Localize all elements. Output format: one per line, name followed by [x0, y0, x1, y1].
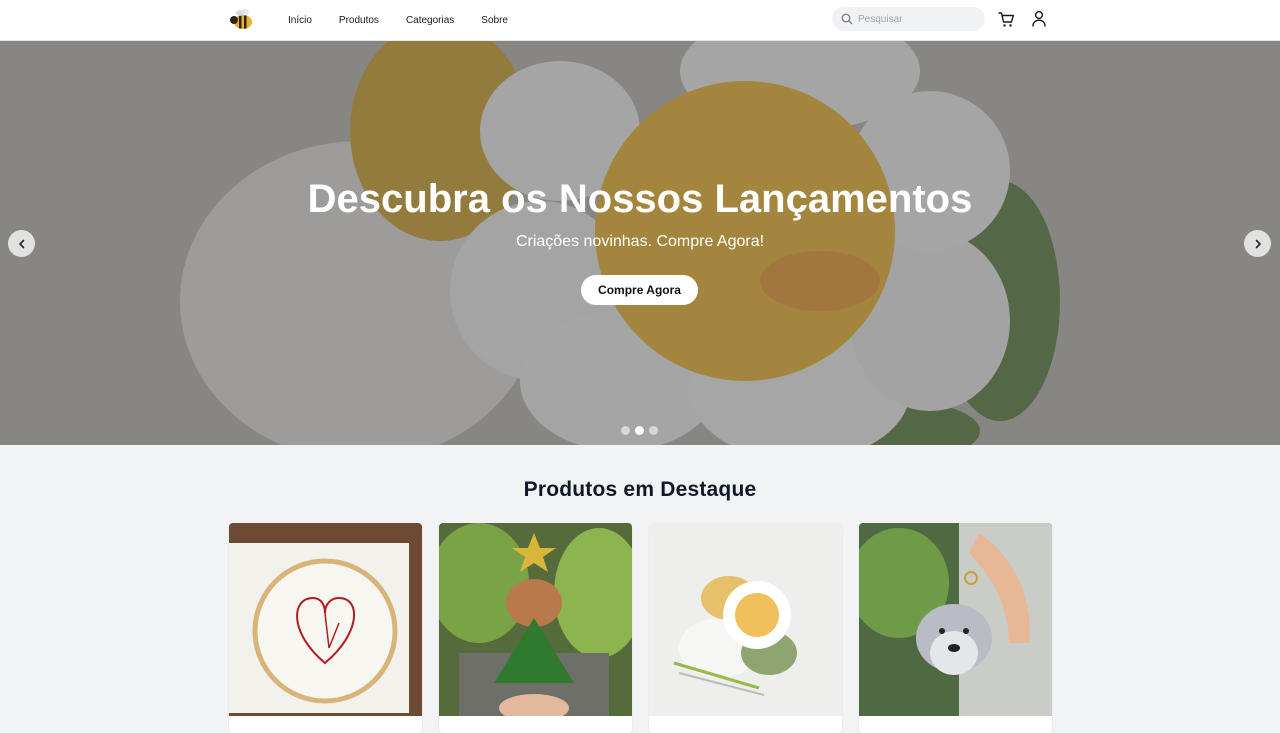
carousel-prev-button[interactable]	[8, 230, 35, 257]
nav-link-categorias[interactable]: Categorias	[406, 15, 454, 26]
nav-link-produtos[interactable]: Produtos	[339, 15, 379, 26]
search-icon	[841, 13, 853, 25]
carousel-next-button[interactable]	[1244, 230, 1271, 257]
product-card[interactable]	[859, 523, 1052, 733]
hero-subtitle: Criações novinhas. Compre Agora!	[515, 233, 765, 250]
product-image-schnauzer-keychain	[859, 523, 1052, 716]
user-icon[interactable]	[1031, 10, 1047, 27]
product-card[interactable]	[229, 523, 422, 733]
carousel-dot-1[interactable]	[621, 426, 630, 435]
cart-icon[interactable]	[998, 11, 1015, 28]
main-nav: Início Produtos Categorias Sobre	[288, 0, 535, 40]
nav-link-sobre[interactable]: Sobre	[481, 15, 508, 26]
chevron-left-icon	[18, 239, 24, 248]
carousel-dot-3[interactable]	[649, 426, 658, 435]
product-image-capybara-tree	[439, 523, 632, 716]
carousel-dot-2[interactable]	[635, 426, 644, 435]
featured-section-title: Produtos em Destaque	[523, 478, 757, 501]
carousel-indicators	[621, 426, 663, 435]
shop-now-button[interactable]: Compre Agora	[581, 275, 698, 305]
search-box	[832, 7, 985, 31]
hero-title: Descubra os Nossos Lançamentos	[307, 177, 973, 221]
product-card[interactable]	[439, 523, 632, 733]
product-image-crochet-daisy	[649, 523, 842, 716]
product-image-embroidered-heart	[229, 523, 422, 716]
bee-logo-icon[interactable]	[229, 8, 255, 32]
site-header: Início Produtos Categorias Sobre	[0, 0, 1280, 41]
chevron-right-icon	[1255, 239, 1261, 248]
nav-link-inicio[interactable]: Início	[288, 15, 312, 26]
search-input[interactable]	[858, 13, 968, 25]
featured-products-list	[229, 523, 1069, 733]
product-card[interactable]	[649, 523, 842, 733]
hero-carousel: Descubra os Nossos Lançamentos Criações …	[0, 41, 1280, 445]
